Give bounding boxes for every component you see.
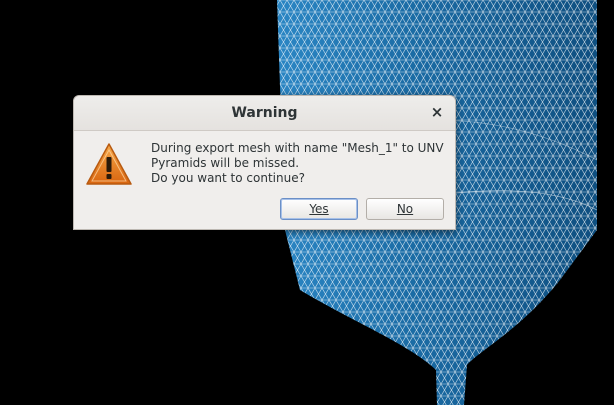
warning-triangle-icon [86,143,132,185]
no-button[interactable]: No [366,198,444,220]
warning-dialog: Warning × During export mesh with name "… [73,95,456,230]
message-line: Pyramids will be missed. [151,156,300,170]
dialog-title: Warning [231,105,298,121]
close-icon[interactable]: × [428,103,446,121]
yes-button[interactable]: Yes [280,198,358,220]
message-line: Do you want to continue? [151,171,305,185]
dialog-titlebar[interactable]: Warning × [74,96,455,131]
dialog-message: During export mesh with name "Mesh_1" to… [151,141,451,186]
message-line: During export mesh with name "Mesh_1" to… [151,141,444,155]
